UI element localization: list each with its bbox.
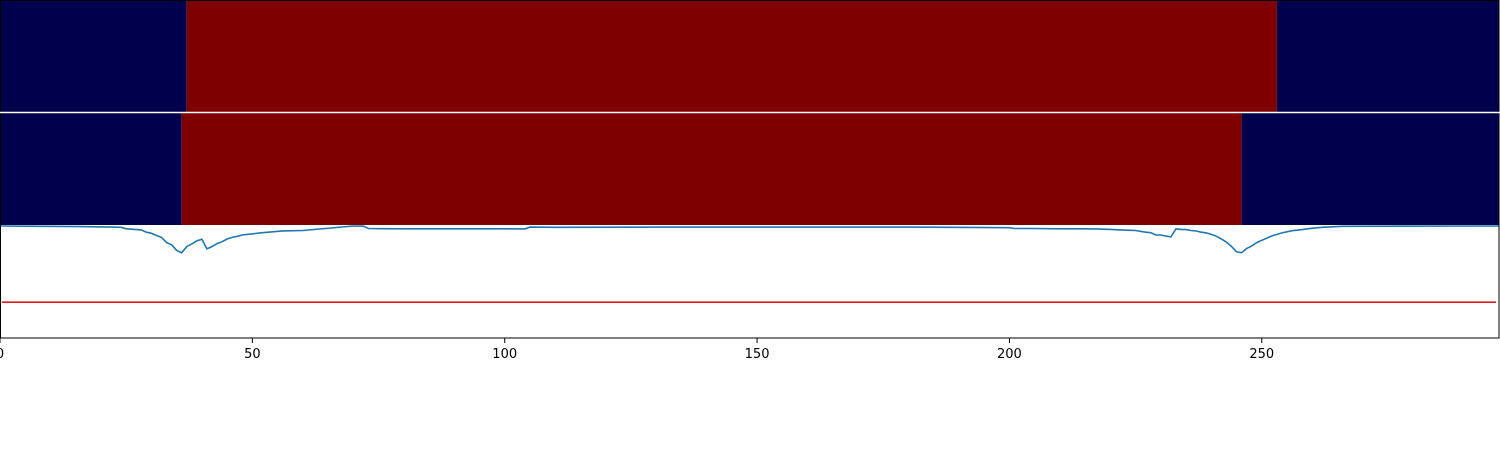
band-segment-1-1: [181, 113, 1242, 225]
band-segment-0-2: [1276, 0, 1499, 112]
band-segment-1-0: [0, 113, 182, 225]
x-tick-label-0: 0: [0, 347, 4, 362]
band-segment-0-1: [186, 0, 1277, 112]
x-tick-label-4: 200: [997, 347, 1022, 362]
x-tick-label-1: 50: [244, 347, 261, 362]
x-tick-label-2: 100: [492, 347, 517, 362]
x-tick-label-5: 250: [1249, 347, 1274, 362]
chart: 0 50 100 150 200 250: [0, 0, 1500, 450]
band-row-1: [0, 113, 1499, 225]
band-segment-0-0: [0, 0, 187, 112]
band-row-0: [0, 0, 1499, 112]
band-segment-1-2: [1241, 113, 1499, 225]
x-tick-label-3: 150: [745, 347, 770, 362]
